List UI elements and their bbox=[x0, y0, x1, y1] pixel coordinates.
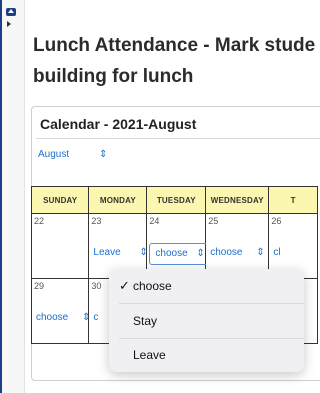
expand-triangle-icon[interactable] bbox=[7, 21, 11, 27]
divider bbox=[36, 138, 320, 139]
dropdown-option-label: Stay bbox=[133, 314, 158, 328]
updown-chevron-icon: ⇕ bbox=[99, 149, 108, 160]
dropdown-option-stay[interactable]: Stay bbox=[109, 304, 304, 338]
attendance-select-value: c bbox=[93, 312, 99, 323]
calendar-heading: Calendar - 2021-August bbox=[40, 116, 197, 132]
month-select-value: August bbox=[38, 149, 70, 160]
updown-chevron-icon: ⇕ bbox=[196, 248, 205, 259]
dropdown-option-leave[interactable]: Leave bbox=[109, 338, 304, 372]
attendance-select[interactable]: choose ⇕ bbox=[149, 243, 212, 265]
dropdown-option-choose[interactable]: ✓ choose bbox=[109, 269, 304, 303]
page-title-line1: Lunch Attendance - Mark stude bbox=[33, 35, 316, 56]
attendance-dropdown-menu: ✓ choose Stay Leave bbox=[109, 269, 304, 372]
month-select[interactable]: August ⇕ bbox=[38, 149, 118, 167]
day-number: 22 bbox=[34, 216, 45, 226]
left-sidebar bbox=[0, 0, 25, 393]
day-number: 30 bbox=[91, 281, 102, 291]
weekday-header: Tuesday bbox=[146, 186, 207, 214]
attendance-select[interactable]: cl bbox=[273, 247, 320, 261]
day-number: 26 bbox=[271, 216, 282, 226]
attendance-select[interactable]: Leave ⇕ bbox=[93, 247, 149, 261]
dropdown-option-label: Leave bbox=[133, 348, 166, 362]
sidebar-accent-bar bbox=[0, 0, 2, 393]
day-number: 25 bbox=[208, 216, 219, 226]
attendance-select[interactable]: choose ⇕ bbox=[36, 312, 92, 326]
updown-chevron-icon: ⇕ bbox=[256, 247, 265, 258]
day-cell: 29 choose ⇕ bbox=[30, 278, 92, 344]
weekday-header: Sunday bbox=[30, 186, 90, 214]
attendance-select-value: cl bbox=[273, 247, 281, 258]
dropdown-option-label: choose bbox=[133, 279, 172, 293]
day-number: 29 bbox=[34, 281, 45, 291]
attendance-select[interactable]: choose ⇕ bbox=[210, 247, 266, 261]
day-number: 23 bbox=[91, 216, 102, 226]
page-title: Lunch Attendance - Mark stude building f… bbox=[33, 30, 320, 92]
day-cell: 22 bbox=[30, 213, 90, 279]
weekday-header: Monday bbox=[88, 186, 148, 214]
attendance-select-value: choose bbox=[155, 248, 188, 259]
attendance-select-value: choose bbox=[36, 312, 69, 323]
weekday-header: Wednesday bbox=[205, 186, 270, 214]
attendance-select-value: Leave bbox=[93, 247, 121, 258]
attendance-select-value: choose bbox=[210, 247, 243, 258]
checkmark-icon: ✓ bbox=[119, 278, 130, 293]
weekday-header: T bbox=[268, 186, 318, 214]
collapse-icon[interactable] bbox=[6, 8, 16, 16]
calendar-header-row: Sunday Monday Tuesday Wednesday T bbox=[30, 186, 318, 214]
day-number: 24 bbox=[149, 216, 160, 226]
page-title-line2: building for lunch bbox=[33, 66, 194, 87]
